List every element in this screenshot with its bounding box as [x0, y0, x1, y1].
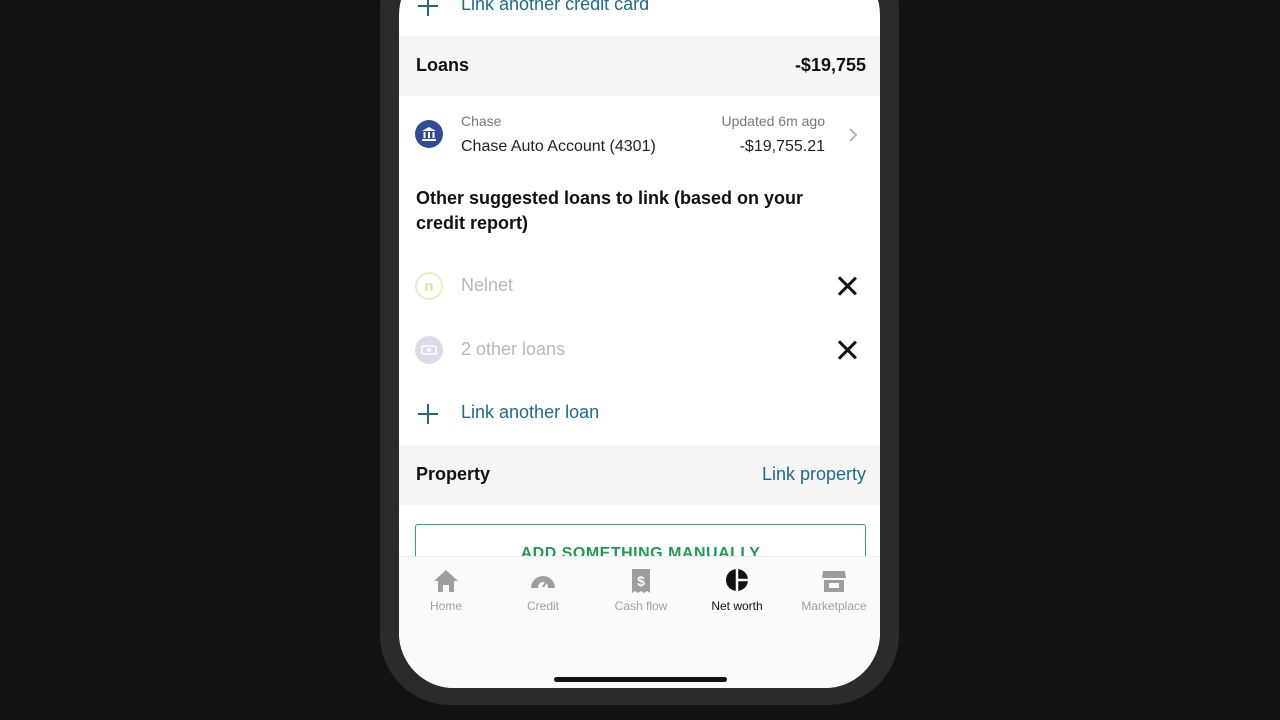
add-manually-button[interactable]: ADD SOMETHING MANUALLY [415, 524, 866, 556]
suggested-loans-heading: Other suggested loans to link (based on … [416, 188, 804, 233]
home-icon [434, 570, 458, 592]
tab-home[interactable]: Home [399, 567, 494, 613]
tab-cash-flow[interactable]: $ Cash flow [593, 567, 689, 613]
loan-account-balance: -$19,755.21 [739, 138, 825, 155]
tab-credit-label: Credit [526, 599, 559, 613]
loans-title: Loans [416, 55, 470, 75]
loan-account-name: Chase Auto Account (4301) [461, 138, 656, 155]
link-credit-card-label[interactable]: Link another credit card [461, 0, 649, 15]
loan-updated-time: Updated 6m ago [721, 113, 825, 129]
add-manually-label: ADD SOMETHING MANUALLY [520, 545, 761, 556]
dismiss-close-icon[interactable] [837, 340, 857, 360]
tab-net-worth-label: Net worth [711, 599, 763, 613]
dismiss-close-icon[interactable] [837, 276, 857, 296]
link-loan-label[interactable]: Link another loan [461, 402, 599, 423]
suggested-loan-label: 2 other loans [461, 339, 566, 359]
suggested-loan-label: Nelnet [461, 275, 514, 295]
link-loan-row[interactable]: Link another loan [399, 392, 880, 436]
link-property-link[interactable]: Link property [762, 464, 866, 485]
bank-icon [415, 120, 443, 148]
suggested-loan-row[interactable]: n Nelnet [399, 262, 880, 310]
tab-marketplace[interactable]: Marketplace [786, 567, 880, 613]
loan-account-row[interactable]: Chase Chase Auto Account (4301) Updated … [399, 96, 880, 176]
loans-header: Loans -$19,755 [399, 36, 880, 96]
bottom-tab-bar: Home Credit $ Cash flow Net worth Market… [399, 556, 880, 688]
loan-bill-icon [415, 336, 443, 364]
phone-screen: Link another credit card Loans -$19,755 … [399, 0, 880, 688]
pie-chart-icon [726, 568, 748, 592]
tab-cash-flow-label: Cash flow [614, 599, 668, 613]
plus-icon [417, 403, 439, 425]
receipt-dollar-icon: $ [632, 569, 650, 593]
svg-text:$: $ [637, 573, 645, 589]
property-header: Property Link property [399, 445, 880, 505]
gauge-icon [531, 576, 555, 592]
tab-marketplace-label: Marketplace [801, 599, 867, 613]
loan-institution: Chase [461, 113, 502, 129]
plus-icon [417, 0, 439, 17]
tab-credit[interactable]: Credit [495, 567, 591, 613]
net-worth-content: Link another credit card Loans -$19,755 … [399, 0, 880, 556]
nelnet-logo-icon: n [415, 272, 443, 300]
storefront-icon [822, 571, 846, 592]
property-title: Property [416, 464, 491, 484]
tab-net-worth[interactable]: Net worth [689, 567, 785, 613]
suggested-loan-row[interactable]: 2 other loans [399, 326, 880, 374]
chevron-right-icon [849, 128, 858, 142]
home-indicator [554, 677, 727, 682]
loans-total: -$19,755 [794, 55, 866, 75]
nelnet-logo-glyph: n [424, 277, 434, 295]
tab-home-label: Home [429, 599, 462, 613]
link-credit-card-row[interactable]: Link another credit card [399, 0, 880, 34]
